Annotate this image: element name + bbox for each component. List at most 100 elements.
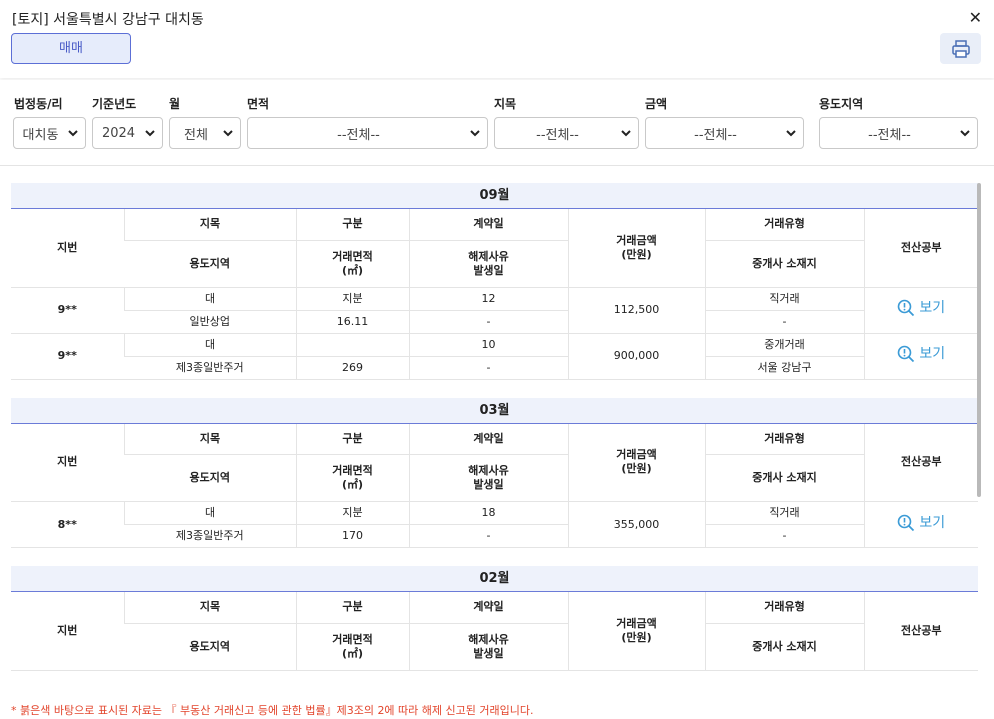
- filter-label-jimok: 지목: [494, 97, 517, 111]
- chevron-down-icon: [470, 130, 480, 137]
- cell-contract-day: 12: [408, 287, 568, 311]
- col-cancel: 해제사유 발생일: [408, 623, 568, 671]
- zone-select-value: --전체--: [868, 127, 911, 143]
- chevron-down-icon: [960, 130, 970, 137]
- filter-label-price: 금액: [645, 97, 668, 111]
- print-icon: [951, 39, 970, 58]
- search-alert-icon: [898, 345, 915, 363]
- col-docs: 전산공부: [863, 423, 978, 502]
- view-button[interactable]: 보기: [897, 345, 945, 363]
- chevron-down-icon: [223, 130, 233, 137]
- chevron-down-icon: [621, 130, 631, 137]
- col-price: 거래금액 (만원): [567, 423, 705, 502]
- month-header: 02월: [11, 566, 978, 592]
- chevron-down-icon: [786, 130, 796, 137]
- print-button[interactable]: [940, 33, 981, 64]
- cell-area: 170: [295, 524, 409, 548]
- filter-bar: 법정동/리 기준년도 월 면적 지목 금액 용도지역 대치동 2024 전체 -…: [0, 80, 994, 166]
- close-icon[interactable]: ✕: [969, 8, 982, 27]
- year-select[interactable]: 2024: [92, 117, 163, 149]
- col-jimok: 지목: [123, 209, 296, 241]
- table-row: 9** 대 10 900,000 중개거래 보기: [11, 333, 978, 380]
- table-row: 8** 대 지분 18 355,000 직거래 보기: [11, 501, 978, 548]
- view-button[interactable]: 보기: [897, 299, 945, 317]
- filter-label-dong: 법정동/리: [14, 97, 63, 111]
- cell-price: 355,000: [567, 501, 705, 548]
- transaction-table: 지번 지목 구분 계약일 거래금액 (만원) 거래유형 전산공부 용도지역 거래…: [11, 423, 978, 548]
- filter-label-month: 월: [169, 97, 181, 111]
- cell-zone: 일반상업: [124, 310, 296, 334]
- col-deal-type: 거래유형: [704, 592, 864, 624]
- month-header: 09월: [11, 183, 978, 209]
- area-select[interactable]: --전체--: [247, 117, 488, 149]
- cell-docs: 보기: [863, 333, 978, 380]
- col-deal-type: 거래유형: [704, 423, 864, 455]
- cell-broker: -: [704, 524, 864, 548]
- cell-gubun: 지분: [295, 287, 409, 311]
- table-row: 9** 대 지분 12 112,500 직거래 보기: [11, 287, 978, 334]
- transaction-table: 지번 지목 구분 계약일 거래금액 (만원) 거래유형 전산공부 용도지역 거래…: [11, 209, 978, 380]
- cell-jimok: 대: [123, 287, 296, 311]
- view-button-label: 보기: [919, 300, 946, 316]
- footnote: * 붉은색 바탕으로 표시된 자료는 『 부동산 거래신고 등에 관한 법률』제…: [11, 704, 534, 717]
- col-area: 거래면적 (㎡): [295, 240, 409, 288]
- chevron-down-icon: [145, 130, 155, 137]
- col-cancel: 해제사유 발생일: [408, 454, 568, 502]
- filter-label-zone: 용도지역: [819, 97, 864, 111]
- col-gubun: 구분: [295, 423, 409, 455]
- month-block: 02월 지번 지목 구분 계약일 거래금액 (만원) 거래유형 전산공부 용도지…: [11, 566, 978, 671]
- cell-contract-day: 18: [408, 501, 568, 525]
- col-area: 거래면적 (㎡): [295, 454, 409, 502]
- filter-label-area: 면적: [247, 97, 270, 111]
- cell-jibeon: 8**: [11, 501, 124, 548]
- col-docs: 전산공부: [863, 209, 978, 288]
- month-select[interactable]: 전체: [169, 117, 241, 149]
- transaction-table: 지번 지목 구분 계약일 거래금액 (만원) 거래유형 전산공부 용도지역 거래…: [11, 592, 978, 671]
- col-gubun: 구분: [295, 592, 409, 624]
- view-button[interactable]: 보기: [897, 514, 945, 532]
- dialog-title: [토지] 서울특별시 강남구 대치동: [12, 12, 204, 28]
- area-select-value: --전체--: [337, 127, 380, 143]
- transaction-list[interactable]: 09월 지번 지목 구분 계약일 거래금액 (만원) 거래유형 전산공부 용도지…: [11, 183, 978, 675]
- cell-jimok: 대: [123, 333, 296, 357]
- col-jimok: 지목: [123, 423, 296, 455]
- col-price: 거래금액 (만원): [567, 209, 705, 288]
- cell-broker: 서울 강남구: [704, 356, 864, 380]
- dong-select[interactable]: 대치동: [13, 117, 86, 149]
- search-alert-icon: [898, 299, 915, 317]
- col-broker: 중개사 소재지: [704, 454, 864, 502]
- tab-sale[interactable]: 매매: [11, 33, 131, 64]
- cell-gubun: 지분: [295, 501, 409, 525]
- col-jibeon: 지번: [11, 592, 124, 671]
- scrollbar[interactable]: [977, 183, 981, 497]
- table-row: 제3종일반주거 170 - -: [11, 524, 978, 548]
- jimok-select[interactable]: --전체--: [494, 117, 639, 149]
- col-broker: 중개사 소재지: [704, 623, 864, 671]
- filter-label-year: 기준년도: [92, 97, 137, 111]
- cell-cancel: -: [408, 356, 568, 380]
- price-select[interactable]: --전체--: [645, 117, 804, 149]
- col-gubun: 구분: [295, 209, 409, 241]
- dialog-header: [토지] 서울특별시 강남구 대치동 ✕ 매매: [0, 0, 994, 78]
- cell-price: 112,500: [567, 287, 705, 334]
- cell-gubun: [295, 333, 409, 357]
- cell-deal-type: 중개거래: [704, 333, 864, 357]
- col-jibeon: 지번: [11, 423, 124, 502]
- cell-cancel: -: [408, 310, 568, 334]
- cell-deal-type: 직거래: [704, 287, 864, 311]
- col-jimok: 지목: [123, 592, 296, 624]
- zone-select[interactable]: --전체--: [819, 117, 978, 149]
- cell-jibeon: 9**: [11, 333, 124, 380]
- col-jibeon: 지번: [11, 209, 124, 288]
- cell-docs: 보기: [863, 287, 978, 334]
- table-row: 제3종일반주거 269 - 서울 강남구: [11, 356, 978, 380]
- col-zone: 용도지역: [124, 623, 296, 671]
- cell-docs: 보기: [863, 501, 978, 548]
- month-select-value: 전체: [184, 127, 208, 143]
- cell-area: 16.11: [295, 310, 409, 334]
- cell-area: 269: [295, 356, 409, 380]
- cell-price: 900,000: [567, 333, 705, 380]
- search-alert-icon: [898, 514, 915, 531]
- col-contract-date: 계약일: [408, 423, 568, 455]
- jimok-select-value: --전체--: [536, 127, 579, 143]
